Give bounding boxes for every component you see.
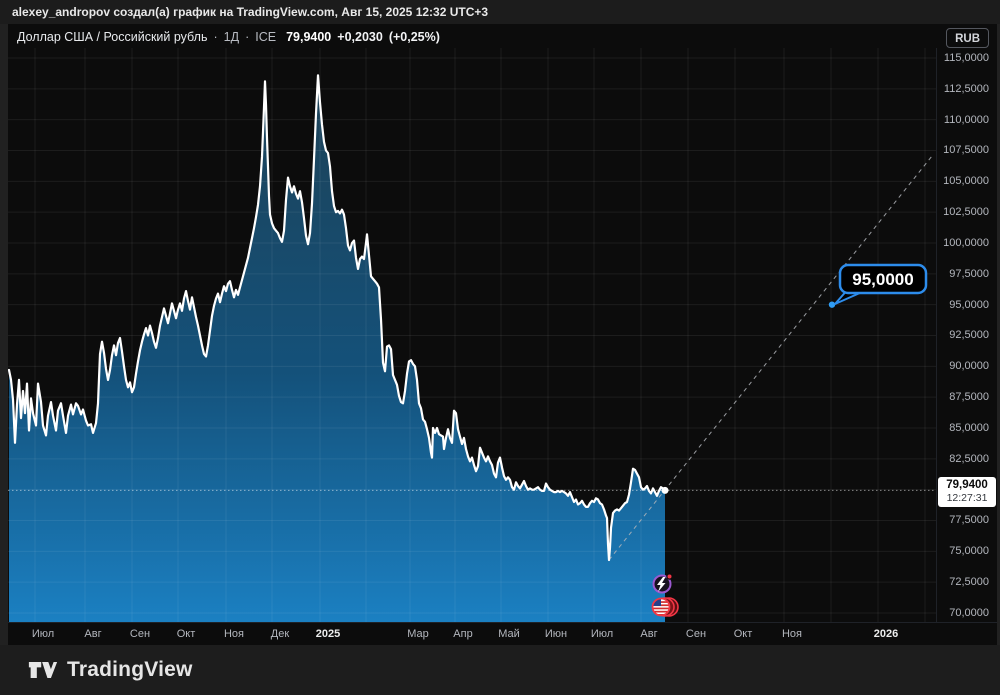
y-axis-label: 95,0000 [949, 298, 989, 311]
exchange-label: ICE [255, 30, 277, 44]
attribution-bar: alexey_andropov создал(а) график на Trad… [0, 0, 1000, 24]
x-axis-label: 2025 [315, 628, 341, 640]
interval-label[interactable]: 1Д [224, 30, 239, 44]
x-axis-label: Дек [270, 628, 290, 640]
y-axis-label: 87,5000 [949, 391, 989, 404]
time-axis[interactable]: Июл Авг Сен Окт Ноя Дек 2025 Мар Апр Май Июн Июл Авг… [8, 622, 997, 646]
separator-dot: · [245, 30, 250, 44]
tradingview-logo-icon [28, 662, 58, 678]
lightning-events-icon[interactable] [652, 573, 673, 594]
x-axis-label: Ноя [223, 628, 245, 640]
y-axis-label: 85,0000 [949, 421, 989, 434]
price-change: +0,2030 [337, 30, 383, 44]
currency-unit-button[interactable]: RUB [946, 28, 989, 48]
last-price-axis-label: 79,9400 12:27:31 [938, 477, 996, 507]
footer-bar: TradingView [0, 645, 1000, 695]
y-axis-label: 92,5000 [949, 329, 989, 342]
bar-countdown: 12:27:31 [946, 492, 988, 504]
y-axis-label: 107,5000 [943, 144, 989, 157]
y-axis-label: 100,0000 [943, 236, 989, 249]
us-flag-events-icon[interactable] [651, 597, 679, 617]
axis-price-value: 79,9400 [946, 479, 988, 491]
y-axis-label: 115,0000 [943, 52, 989, 64]
x-axis-label: Авг [84, 628, 102, 640]
area-fill [9, 75, 665, 622]
x-axis-label: Окт [733, 628, 753, 640]
y-axis-label: 97,5000 [949, 267, 989, 280]
x-axis-label: Авг [640, 628, 658, 640]
x-axis-label: Июл [31, 628, 55, 640]
x-axis-label: Сен [129, 628, 151, 640]
y-axis-label: 102,5000 [943, 206, 989, 219]
x-axis-label: Апр [453, 628, 473, 640]
last-price-value: 79,9400 [286, 30, 332, 44]
separator-dot: · [213, 30, 218, 44]
attribution-text: alexey_andropov создал(а) график на Trad… [12, 5, 489, 19]
x-axis-label: Окт [176, 628, 196, 640]
callout-text: 95,0000 [852, 270, 913, 289]
x-axis-label: Июн [544, 628, 568, 640]
tradingview-wordmark: TradingView [67, 658, 193, 681]
chart-legend[interactable]: Доллар США / Российский рубль · 1Д · ICE… [17, 30, 440, 44]
price-axis[interactable]: 115,0000 112,5000 110,0000 107,5000 105,0000… [936, 48, 998, 622]
y-axis-label: 77,5000 [949, 514, 989, 527]
x-axis-label: Июл [590, 628, 614, 640]
tradingview-logo[interactable]: TradingView [28, 658, 193, 682]
price-change-percent: (+0,25%) [388, 30, 440, 44]
callout-anchor-dot[interactable] [828, 301, 836, 308]
price-callout[interactable]: 95,0000 [834, 263, 928, 305]
y-axis-label: 90,0000 [949, 360, 989, 373]
chart-widget: Доллар США / Российский рубль · 1Д · ICE… [8, 24, 997, 645]
x-axis-label: 2026 [873, 628, 899, 640]
price-chart[interactable]: 95,0000 [8, 48, 936, 622]
y-axis-label: 112,5000 [943, 82, 989, 95]
y-axis-label: 75,0000 [949, 545, 989, 558]
y-axis-label: 72,5000 [949, 576, 989, 589]
last-value-dot [661, 486, 669, 494]
x-axis-label: Мар [407, 628, 429, 640]
y-axis-label: 105,0000 [943, 175, 989, 188]
x-axis-label: Ноя [781, 628, 803, 640]
symbol-title[interactable]: Доллар США / Российский рубль [17, 30, 207, 44]
y-axis-label: 82,5000 [949, 452, 989, 465]
y-axis-label: 70,0000 [949, 606, 989, 619]
x-axis-label: Май [498, 628, 520, 640]
y-axis-label: 110,0000 [943, 113, 989, 126]
x-axis-label: Сен [685, 628, 707, 640]
